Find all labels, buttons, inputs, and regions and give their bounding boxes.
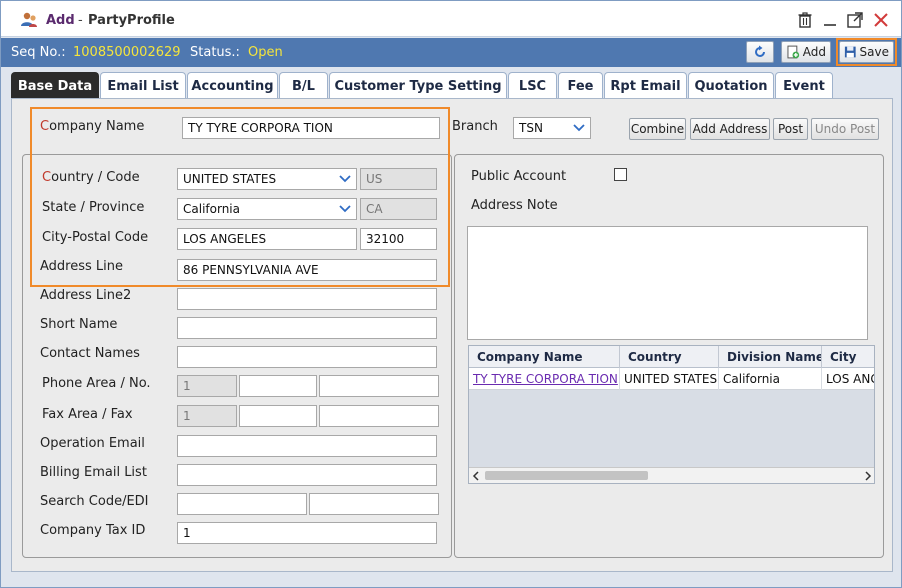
close-icon[interactable] xyxy=(872,11,890,29)
column-company-name[interactable]: Company Name xyxy=(469,346,620,368)
operation-email-input[interactable] xyxy=(177,435,437,457)
save-highlight xyxy=(836,38,897,66)
refresh-button[interactable] xyxy=(746,41,774,63)
undo-post-button[interactable]: Undo Post xyxy=(811,118,879,140)
contact-names-input[interactable] xyxy=(177,346,437,368)
tab-lsc[interactable]: LSC xyxy=(508,72,557,99)
address-note-textarea[interactable] xyxy=(467,226,868,340)
branch-label: Branch xyxy=(452,119,498,134)
post-button[interactable]: Post xyxy=(773,118,808,140)
add-document-icon xyxy=(787,45,800,59)
status-value: Open xyxy=(248,45,283,60)
search-code-input[interactable] xyxy=(177,493,307,515)
fax-country-code: 1 xyxy=(177,405,237,427)
required-fields-highlight xyxy=(30,107,450,287)
row-division-name: California xyxy=(719,368,822,390)
party-profile-window: Add - PartyProfile Seq No.: 100850000262… xyxy=(0,0,902,588)
column-city[interactable]: City xyxy=(822,346,874,368)
combine-button[interactable]: Combine xyxy=(629,118,686,140)
add-button-label: Add xyxy=(802,45,826,59)
base-data-panel: Company Name TY TYRE CORPORA TION Branch… xyxy=(11,98,893,572)
seq-no-value: 1008500002629 xyxy=(73,45,181,60)
refresh-icon xyxy=(755,45,765,57)
billing-email-input[interactable] xyxy=(177,464,437,486)
fax-area-input[interactable] xyxy=(239,405,317,427)
address-line2-label: Address Line2 xyxy=(40,288,132,303)
tab-rpt-email[interactable]: Rpt Email xyxy=(604,72,687,99)
minimize-icon[interactable] xyxy=(821,11,839,29)
chevron-down-icon xyxy=(568,118,590,138)
address-note-label: Address Note xyxy=(471,198,558,213)
billing-email-label: Billing Email List xyxy=(40,465,147,480)
phone-number-input[interactable] xyxy=(319,375,439,397)
tab-event[interactable]: Event xyxy=(775,72,833,99)
tab-quotation[interactable]: Quotation xyxy=(688,72,774,99)
column-division-name[interactable]: Division Name xyxy=(719,346,822,368)
scroll-left-icon[interactable] xyxy=(472,471,480,481)
fax-number-input[interactable] xyxy=(319,405,439,427)
grid-header: Company Name Country Division Name City xyxy=(469,346,874,368)
user-profile-icon xyxy=(21,12,37,27)
row-country: UNITED STATES xyxy=(620,368,719,390)
public-account-label: Public Account xyxy=(471,169,567,184)
edi-code-input[interactable] xyxy=(309,493,439,515)
tab-customer-type-setting[interactable]: Customer Type Setting xyxy=(329,72,507,99)
window-mode: Add xyxy=(46,13,75,28)
title-separator: - xyxy=(78,13,83,28)
scrollbar-thumb[interactable] xyxy=(485,471,648,480)
search-code-label: Search Code/EDI xyxy=(40,494,149,509)
status-label: Status.: xyxy=(190,45,240,60)
phone-area-input[interactable] xyxy=(239,375,317,397)
scroll-right-icon[interactable] xyxy=(864,471,872,481)
title-bar: Add - PartyProfile xyxy=(1,1,901,37)
phone-label: Phone Area / No. xyxy=(42,376,151,391)
branch-select[interactable]: TSN xyxy=(513,117,591,139)
grid-horizontal-scrollbar[interactable] xyxy=(469,467,874,483)
public-account-checkbox[interactable] xyxy=(614,168,627,181)
tab-accounting[interactable]: Accounting xyxy=(187,72,278,99)
seq-no-label: Seq No.: xyxy=(11,45,66,60)
table-row[interactable]: TY TYRE CORPORA TION UNITED STATES Calif… xyxy=(469,368,874,390)
phone-country-code: 1 xyxy=(177,375,237,397)
short-name-label: Short Name xyxy=(40,317,118,332)
add-address-button[interactable]: Add Address xyxy=(690,118,770,140)
tab-base-data[interactable]: Base Data xyxy=(11,72,99,99)
short-name-input[interactable] xyxy=(177,317,437,339)
company-tax-id-label: Company Tax ID xyxy=(40,523,146,538)
operation-email-label: Operation Email xyxy=(40,436,145,451)
fax-label: Fax Area / Fax xyxy=(42,407,133,422)
row-city: LOS ANG xyxy=(822,368,874,390)
address-line2-input[interactable] xyxy=(177,288,437,310)
status-bar: Seq No.: 1008500002629 Status.: Open Add xyxy=(1,38,901,67)
add-button[interactable]: Add xyxy=(781,41,831,63)
column-country[interactable]: Country xyxy=(620,346,719,368)
maximize-icon[interactable] xyxy=(846,11,864,29)
window-title: PartyProfile xyxy=(88,13,175,28)
tab-fee[interactable]: Fee xyxy=(558,72,603,99)
tab-email-list[interactable]: Email List xyxy=(100,72,186,99)
company-tax-id-input[interactable]: 1 xyxy=(177,522,437,544)
tab-bl[interactable]: B/L xyxy=(279,72,328,99)
row-company-name-link[interactable]: TY TYRE CORPORA TION xyxy=(469,368,620,390)
contact-names-label: Contact Names xyxy=(40,346,140,361)
address-grid: Company Name Country Division Name City … xyxy=(468,345,875,484)
trash-icon[interactable] xyxy=(796,11,814,29)
branch-value: TSN xyxy=(519,121,543,135)
